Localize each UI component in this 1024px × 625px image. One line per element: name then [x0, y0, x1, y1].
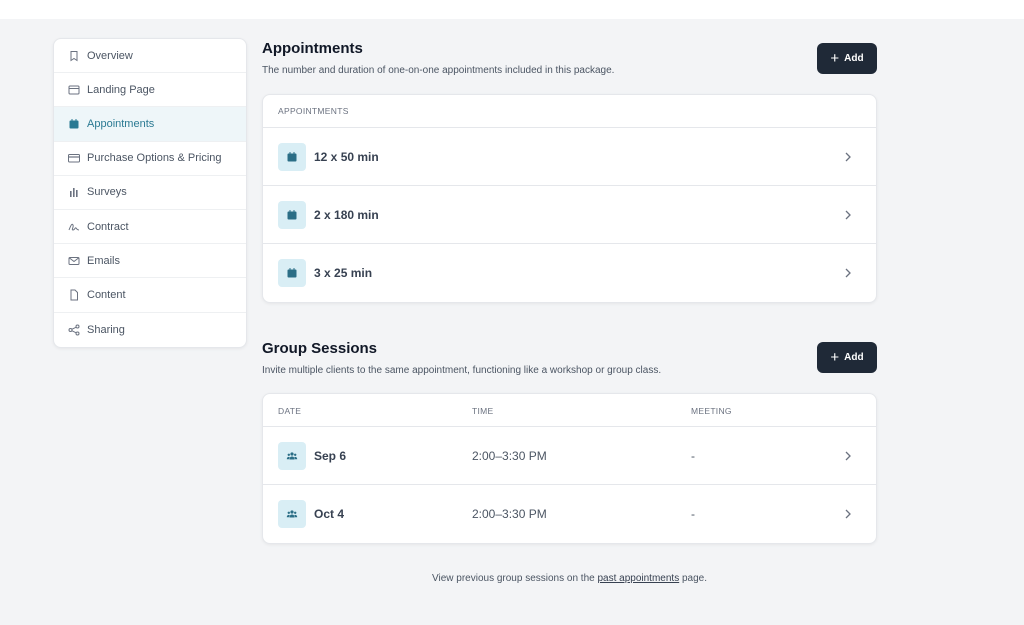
- plus-icon: +: [830, 349, 840, 366]
- sidebar-item-content[interactable]: Content: [54, 278, 246, 313]
- column-header-meeting: MEETING: [691, 405, 732, 416]
- appointments-title: Appointments: [262, 40, 363, 57]
- sidebar-item-label: Sharing: [87, 323, 125, 336]
- add-group-session-button[interactable]: + Add: [817, 342, 877, 373]
- session-time: 2:00–3:30 PM: [472, 448, 547, 463]
- sidebar-item-sharing[interactable]: Sharing: [54, 313, 246, 347]
- share-icon: [68, 324, 80, 336]
- appointments-table-header: APPOINTMENTS: [263, 95, 876, 128]
- mail-icon: [68, 255, 80, 267]
- appointment-row[interactable]: 3 x 25 min: [263, 244, 876, 302]
- calendar-icon: [68, 118, 80, 130]
- appointment-label: 12 x 50 min: [314, 149, 379, 164]
- group-sessions-description: Invite multiple clients to the same appo…: [262, 365, 662, 376]
- chevron-right-icon: [845, 152, 851, 161]
- session-time: 2:00–3:30 PM: [472, 507, 547, 521]
- group-users-icon: [278, 500, 306, 528]
- sidebar-item-label: Landing Page: [87, 83, 155, 96]
- calendar-icon: [278, 142, 306, 171]
- sidebar-item-label: Contract: [87, 220, 129, 233]
- column-header-time: TIME: [472, 405, 494, 416]
- sidebar: Overview Landing Page Appointments Purch…: [53, 38, 247, 348]
- top-bar: [0, 0, 1024, 19]
- add-button-label: Add: [844, 53, 864, 64]
- sidebar-item-label: Purchase Options & Pricing: [87, 152, 222, 165]
- calendar-icon: [278, 259, 306, 287]
- add-button-label: Add: [844, 352, 864, 363]
- past-sessions-note: View previous group sessions on the past…: [262, 573, 877, 584]
- group-session-row[interactable]: Oct 4 2:00–3:30 PM -: [263, 485, 876, 543]
- bookmark-icon: [68, 50, 80, 62]
- chevron-right-icon: [845, 509, 851, 519]
- chevron-right-icon: [845, 210, 851, 219]
- appointment-label: 3 x 25 min: [314, 266, 373, 280]
- chevron-right-icon: [845, 268, 851, 278]
- session-date: Sep 6: [314, 448, 347, 463]
- signature-icon: [68, 221, 80, 233]
- column-header-date: DATE: [278, 405, 302, 416]
- group-sessions-title: Group Sessions: [262, 340, 378, 357]
- calendar-icon: [278, 200, 306, 229]
- sidebar-item-label: Emails: [87, 254, 121, 267]
- group-users-icon: [278, 441, 306, 470]
- group-sessions-table: DATE TIME MEETING Sep 6 2:00–3:30 PM - O…: [262, 393, 877, 544]
- footer-suffix: page.: [679, 573, 707, 584]
- document-icon: [68, 289, 80, 301]
- bar-chart-icon: [68, 186, 80, 198]
- sidebar-item-purchase-options[interactable]: Purchase Options & Pricing: [54, 142, 246, 176]
- group-session-row[interactable]: Sep 6 2:00–3:30 PM -: [263, 427, 876, 485]
- group-sessions-table-header: DATE TIME MEETING: [263, 394, 876, 427]
- credit-card-icon: [68, 152, 80, 164]
- sidebar-item-surveys[interactable]: Surveys: [54, 176, 246, 210]
- appointment-label: 2 x 180 min: [314, 207, 379, 222]
- appointments-table: APPOINTMENTS 12 x 50 min 2 x 180 min 3 x…: [262, 94, 877, 303]
- session-meeting: -: [691, 448, 695, 463]
- footer-prefix: View previous group sessions on the: [432, 573, 598, 584]
- sidebar-item-emails[interactable]: Emails: [54, 244, 246, 279]
- sidebar-item-contract[interactable]: Contract: [54, 210, 246, 245]
- browser-window-icon: [68, 84, 80, 96]
- session-date: Oct 4: [314, 507, 345, 521]
- sidebar-item-label: Appointments: [87, 117, 155, 130]
- appointments-description: The number and duration of one-on-one ap…: [262, 65, 615, 76]
- plus-icon: +: [830, 50, 840, 67]
- sidebar-item-appointments[interactable]: Appointments: [54, 107, 246, 142]
- sidebar-item-overview[interactable]: Overview: [54, 39, 246, 74]
- appointment-row[interactable]: 2 x 180 min: [263, 186, 876, 244]
- chevron-right-icon: [845, 451, 851, 460]
- add-appointment-button[interactable]: + Add: [817, 43, 877, 74]
- appointment-row[interactable]: 12 x 50 min: [263, 128, 876, 186]
- past-appointments-link[interactable]: past appointments: [597, 573, 679, 584]
- sidebar-item-label: Surveys: [87, 186, 127, 199]
- sidebar-item-label: Content: [87, 288, 126, 301]
- sidebar-item-label: Overview: [87, 49, 133, 62]
- sidebar-item-landing-page[interactable]: Landing Page: [54, 73, 246, 108]
- session-meeting: -: [691, 507, 695, 521]
